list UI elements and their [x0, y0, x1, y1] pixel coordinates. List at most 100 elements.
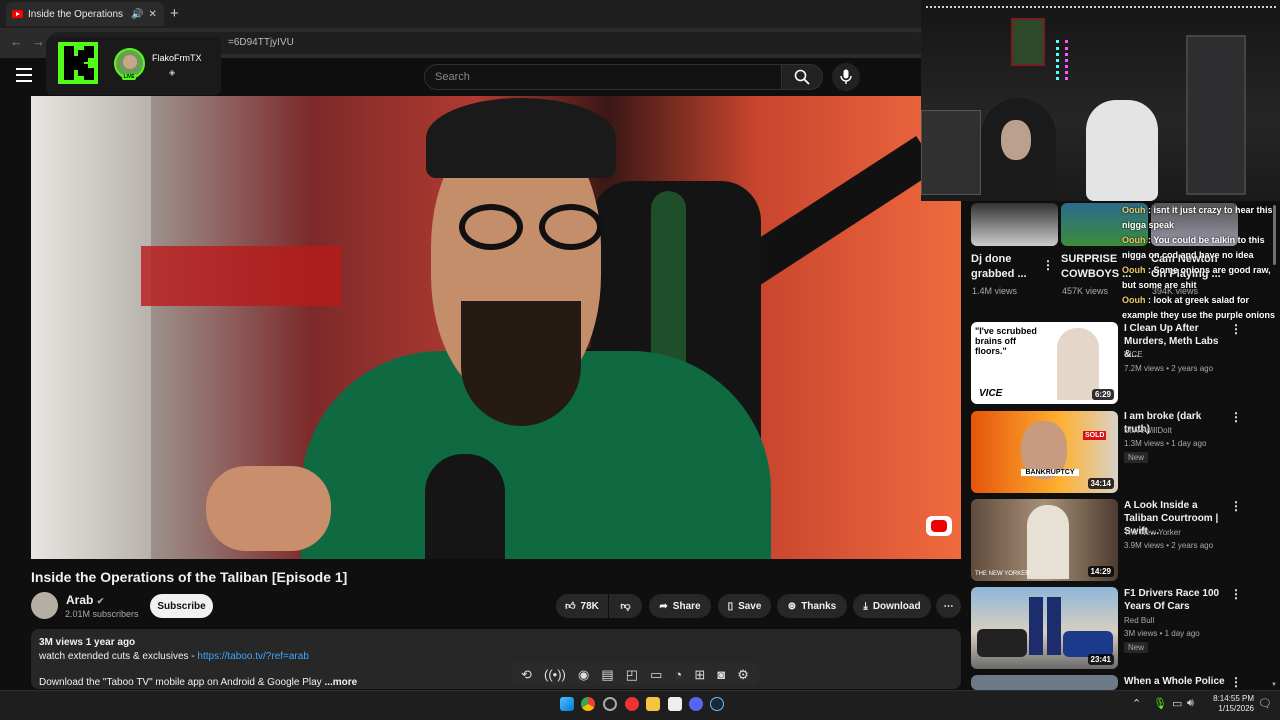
- video-title: Inside the Operations of the Taliban [Ep…: [31, 569, 348, 585]
- share-button[interactable]: ➦ Share: [649, 594, 711, 618]
- share-icon: ➦: [659, 600, 668, 612]
- app-icon[interactable]: [603, 697, 617, 711]
- thumbs-up-icon: 👍︎: [565, 601, 576, 612]
- chrome-icon[interactable]: [581, 697, 595, 711]
- more-options-icon[interactable]: ⋮: [1230, 499, 1242, 513]
- search-icon: [794, 69, 810, 85]
- youtube-watermark-icon[interactable]: [926, 516, 952, 536]
- theater-mode-icon[interactable]: ▭: [650, 668, 662, 681]
- video-title[interactable]: F1 Drivers Race 100 Years Of Cars: [1124, 587, 1226, 613]
- video-thumbnail[interactable]: THE NEW YORKER 14:29: [971, 499, 1118, 581]
- speed-gauge-icon[interactable]: ◔: [674, 668, 682, 681]
- start-menu-icon[interactable]: [560, 697, 574, 711]
- taskbar: [0, 690, 1280, 720]
- settings-gear-icon[interactable]: ⚙: [737, 668, 749, 681]
- video-player[interactable]: [31, 96, 961, 559]
- tab-title: Inside the Operations of the Taliban [Ep…: [28, 8, 126, 20]
- download-button[interactable]: ⤓ Download: [853, 594, 931, 618]
- video-title[interactable]: When a Whole Police: [1124, 675, 1226, 688]
- video-thumbnail[interactable]: BANKRUPTCY SOLD 34:14: [971, 411, 1118, 493]
- new-badge: New: [1124, 452, 1149, 463]
- kick-logo: [58, 42, 98, 84]
- dislike-button[interactable]: 👎︎: [609, 594, 642, 618]
- search-input[interactable]: Search: [424, 64, 782, 90]
- more-options-icon[interactable]: ⋮: [1230, 410, 1242, 424]
- verified-icon: ✔: [96, 596, 105, 606]
- short-views: 1.4M views: [972, 286, 1018, 296]
- thanks-button[interactable]: ⊛ Thanks: [777, 594, 847, 618]
- channel-name[interactable]: Arab ✔: [66, 593, 104, 607]
- new-badge: New: [1124, 642, 1149, 653]
- screenshot-camera-icon[interactable]: ◙: [717, 668, 725, 681]
- stream-chat-overlay: Oouh : isnt it just crazy to hear this n…: [1122, 203, 1280, 323]
- duration-badge: 6:29: [1091, 389, 1114, 400]
- browser-tab[interactable]: Inside the Operations of the Taliban [Ep…: [6, 2, 164, 26]
- steam-icon[interactable]: [710, 697, 724, 711]
- more-options-icon[interactable]: ⋮: [1042, 258, 1054, 272]
- player-toolbar: ⟲ ((•)) ◉ ▤ ◰ ▭ ◔ ⊞ ◙ ⚙: [511, 662, 759, 686]
- broadcast-icon[interactable]: ((•)): [544, 668, 566, 681]
- short-title[interactable]: Dj done grabbed ...: [971, 252, 1027, 282]
- chat-message: Oouh : You could be talkin to this nigga…: [1122, 235, 1265, 260]
- eye-icon[interactable]: ◉: [578, 668, 589, 681]
- subscribe-button[interactable]: Subscribe: [150, 594, 213, 618]
- loop-icon[interactable]: ⟲: [521, 668, 532, 681]
- video-thumbnail[interactable]: 23:41: [971, 587, 1118, 669]
- short-views: 457K views: [1062, 286, 1109, 296]
- opera-icon[interactable]: [625, 697, 639, 711]
- bookmark-icon: ▯: [727, 600, 734, 612]
- add-to-queue-icon[interactable]: ⊞: [694, 668, 705, 681]
- channel-name[interactable]: Red Bull: [1124, 616, 1154, 625]
- channel-name[interactable]: SteveWillDoIt: [1124, 426, 1172, 435]
- more-link[interactable]: ...more: [324, 677, 357, 688]
- file-explorer-icon[interactable]: [646, 697, 660, 711]
- webcam-overlay: [921, 0, 1280, 201]
- speaker-icon[interactable]: 🔊: [131, 9, 143, 20]
- thumbs-down-icon: 👎︎: [620, 601, 631, 612]
- channel-name[interactable]: VICE: [1124, 350, 1143, 359]
- scrollbar[interactable]: ▼: [1271, 203, 1278, 688]
- save-button[interactable]: ▯ Save: [718, 594, 771, 618]
- picture-in-picture-icon[interactable]: ◰: [626, 668, 638, 681]
- chat-message: Oouh : Some onions are good raw, but som…: [1122, 265, 1271, 290]
- description-link[interactable]: https://taboo.tv/?ref=arab: [197, 651, 308, 662]
- channel-avatar[interactable]: [31, 592, 58, 619]
- back-arrow-icon[interactable]: ←: [10, 34, 23, 49]
- hamburger-menu-icon[interactable]: [16, 68, 32, 82]
- more-options-icon[interactable]: ⋮: [1230, 587, 1242, 601]
- short-title[interactable]: SURPRISE COWBOYS ...: [1061, 252, 1131, 282]
- duration-badge: 23:41: [1087, 654, 1114, 665]
- notification-icon[interactable]: 🗨︎: [1258, 697, 1272, 710]
- microphone-icon[interactable]: 🎙︎: [1153, 697, 1167, 710]
- video-thumbnail[interactable]: "I've scrubbed brains off floors." VICE …: [971, 322, 1118, 404]
- video-meta: 1.3M views • 1 day ago: [1124, 439, 1207, 448]
- volume-icon[interactable]: 🔊︎: [1187, 697, 1194, 710]
- system-clock[interactable]: 8:14:55 PM 1/15/2026: [1196, 694, 1254, 714]
- video-meta: 3.9M views • 2 years ago: [1124, 541, 1214, 550]
- more-actions-button[interactable]: ⋯: [936, 594, 961, 618]
- short-thumbnail[interactable]: [971, 203, 1058, 246]
- forward-arrow-icon[interactable]: →: [32, 34, 45, 49]
- video-thumbnail[interactable]: [971, 675, 1118, 690]
- duration-badge: 14:29: [1087, 566, 1114, 577]
- chevron-up-icon[interactable]: ⌃: [1132, 697, 1141, 710]
- channel-name[interactable]: The New Yorker: [1124, 528, 1181, 537]
- subscriber-count: 2.01M subscribers: [65, 609, 139, 619]
- like-button[interactable]: 👍︎ 78K: [556, 594, 608, 618]
- close-tab-icon[interactable]: ✕: [148, 9, 156, 20]
- description-line: watch extended cuts & exclusives - https…: [39, 651, 309, 662]
- discord-icon[interactable]: [689, 697, 703, 711]
- live-badge: LIVE: [122, 74, 136, 80]
- download-icon: ⤓: [863, 600, 868, 612]
- new-tab-button[interactable]: +: [170, 5, 179, 22]
- clapperboard-icon[interactable]: ▤: [601, 668, 613, 681]
- voice-search-button[interactable]: [832, 63, 860, 91]
- more-options-icon[interactable]: ⋮: [1230, 675, 1242, 689]
- search-button[interactable]: [781, 64, 823, 90]
- monitor-icon[interactable]: ▭: [1172, 697, 1182, 710]
- notepad-icon[interactable]: [668, 697, 682, 711]
- views-and-date: 3M views 1 year ago: [39, 637, 136, 648]
- more-options-icon[interactable]: ⋮: [1230, 322, 1242, 336]
- more-horizontal-icon: ⋯: [943, 600, 954, 612]
- chat-message: Oouh : isnt it just crazy to hear this n…: [1122, 205, 1273, 230]
